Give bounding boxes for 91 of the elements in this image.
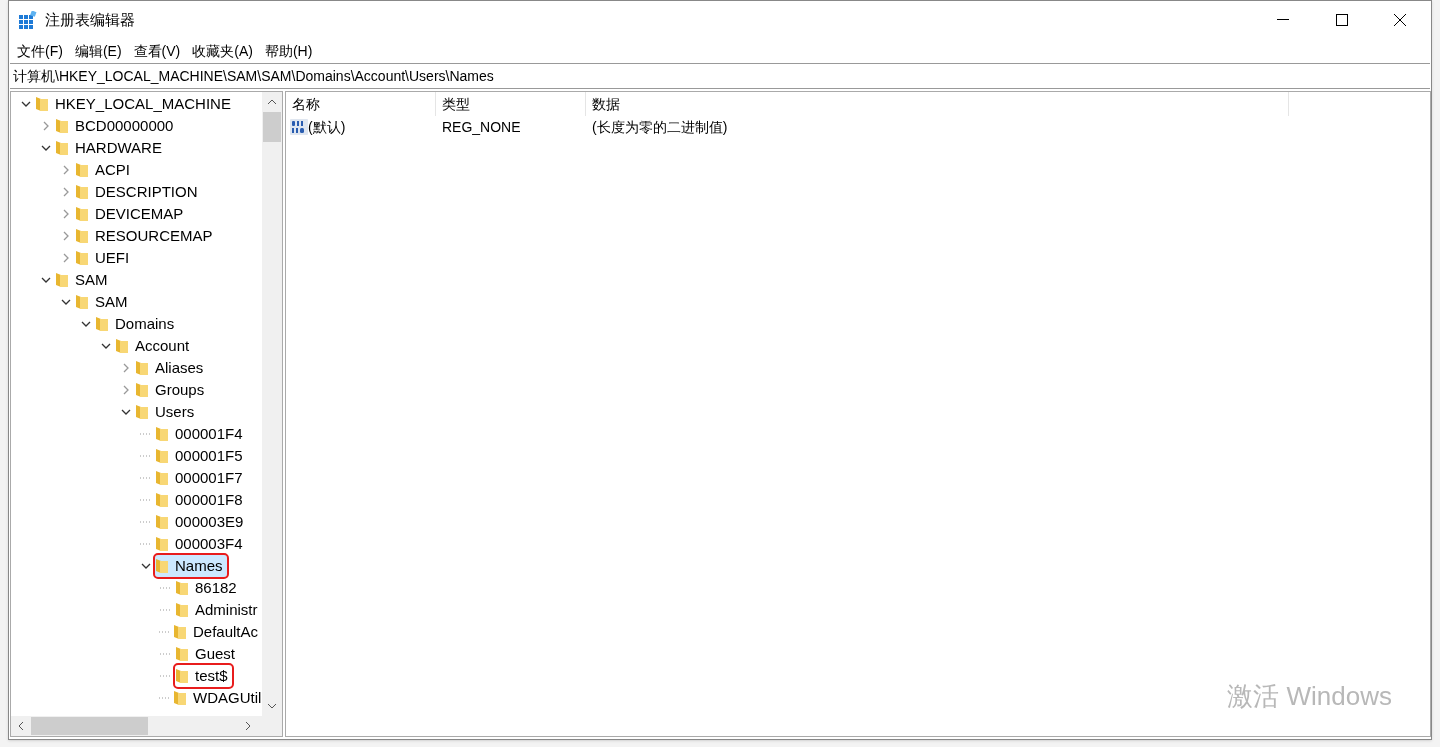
tree-item[interactable]: SAM [75,291,132,313]
folder-icon [155,470,169,486]
tree-item[interactable]: Domains [95,313,179,335]
tree-item[interactable]: Guest [175,643,240,665]
binary-value-icon [290,119,308,135]
tree-item[interactable]: DefaultAc [173,621,262,643]
tree-connector-icon [140,499,152,501]
tree-item[interactable]: ACPI [75,159,134,181]
close-icon [1393,13,1407,27]
folder-icon [155,558,169,574]
window-title: 注册表编辑器 [45,9,135,30]
folder-icon [115,338,129,354]
tree-item[interactable]: 000001F8 [155,489,247,511]
folder-icon [155,514,169,530]
tree-item[interactable]: HKEY_LOCAL_MACHINE [35,93,235,115]
tree-connector-icon [140,433,152,435]
minimize-icon [1277,19,1291,21]
tree-connector-icon [160,587,172,589]
tree-item[interactable]: 000001F4 [155,423,247,445]
tree-connector-icon [160,653,172,655]
folder-icon [135,382,149,398]
tree-item[interactable]: RESOURCEMAP [75,225,217,247]
horizontal-scrollbar[interactable] [11,716,282,736]
folder-icon [173,690,187,706]
tree-item[interactable]: HARDWARE [55,137,166,159]
menu-item[interactable]: 收藏夹(A) [188,40,257,62]
tree-item[interactable]: BCD00000000 [55,115,178,137]
column-header[interactable]: 名称 [286,92,436,116]
tree-item[interactable]: Names [155,555,227,577]
tree-item[interactable]: DEVICEMAP [75,203,188,225]
scrollbar-thumb[interactable] [31,717,148,735]
folder-icon [75,250,89,266]
maximize-icon [1335,13,1349,27]
folder-icon [75,206,89,222]
menu-item[interactable]: 查看(V) [129,40,185,62]
tree-item[interactable]: Users [135,401,199,423]
tree-item[interactable]: 000003F4 [155,533,247,555]
value-name: (默认) [308,117,346,137]
folder-icon [135,404,149,420]
menu-item[interactable]: 帮助(H) [260,40,317,62]
menu-item[interactable]: 文件(F) [13,40,67,62]
scrollbar-thumb[interactable] [263,112,281,142]
folder-icon [75,162,89,178]
tree-connector-icon [140,521,152,523]
tree-connector-icon [140,455,152,457]
tree-connector-icon [159,697,171,699]
column-header[interactable]: 类型 [436,92,586,116]
folder-icon [75,184,89,200]
tree-item[interactable]: test$ [175,665,232,687]
tree-item[interactable]: 86182 [175,577,241,599]
folder-icon [175,602,189,618]
value-type: REG_NONE [441,117,522,137]
column-header[interactable]: 数据 [586,92,1289,116]
menu-item[interactable]: 编辑(E) [70,40,126,62]
folder-icon [155,492,169,508]
folder-icon [155,426,169,442]
folder-icon [175,646,189,662]
tree-item[interactable]: DESCRIPTION [75,181,202,203]
folder-icon [95,316,109,332]
registry-app-icon [19,11,37,29]
folder-icon [173,624,187,640]
folder-icon [75,294,89,310]
vertical-scrollbar[interactable] [262,92,282,716]
tree-item[interactable]: 000001F7 [155,467,247,489]
folder-icon [175,580,189,596]
value-data: (长度为零的二进制值) [591,117,728,137]
tree-connector-icon [160,675,172,677]
tree-item[interactable]: Aliases [135,357,208,379]
folder-icon [175,668,189,684]
tree-item[interactable]: WDAGUtil [173,687,262,709]
folder-icon [155,448,169,464]
folder-icon [55,118,69,134]
folder-icon [75,228,89,244]
tree-connector-icon [159,631,171,633]
tree-connector-icon [140,477,152,479]
tree-item[interactable]: SAM [55,269,112,291]
tree-connector-icon [140,543,152,545]
address-bar[interactable]: 计算机\HKEY_LOCAL_MACHINE\SAM\SAM\Domains\Account\Users\Names [10,63,1430,89]
tree-connector-icon [160,609,172,611]
folder-icon [35,96,49,112]
tree-item[interactable]: Account [115,335,194,357]
tree-item[interactable]: Groups [135,379,209,401]
tree-item[interactable]: 000003E9 [155,511,248,533]
tree-item[interactable]: Administr [175,599,262,621]
folder-icon [155,536,169,552]
activation-watermark: 激活 Windows [1227,680,1392,713]
folder-icon [55,140,69,156]
tree-item[interactable]: UEFI [75,247,134,269]
tree-item[interactable]: 000001F5 [155,445,247,467]
folder-icon [135,360,149,376]
folder-icon [55,272,69,288]
